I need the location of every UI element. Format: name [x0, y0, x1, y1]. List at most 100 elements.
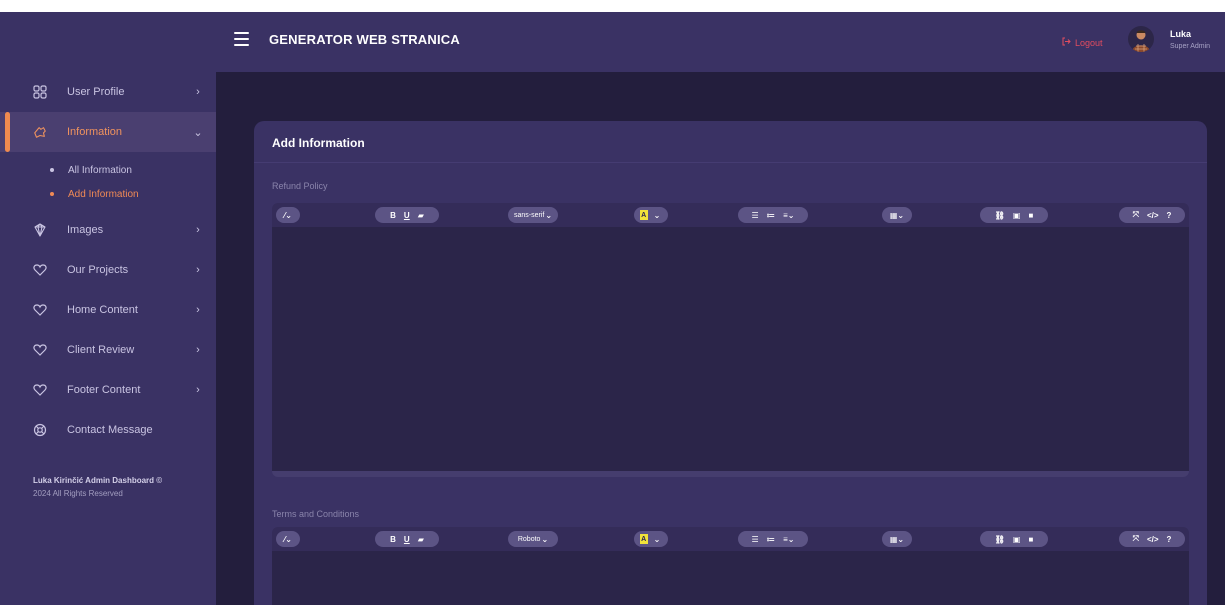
- sidebar-item-footer-content[interactable]: Footer Content ›: [0, 370, 216, 410]
- avatar[interactable]: [1128, 26, 1154, 52]
- menu-icon[interactable]: [234, 32, 249, 46]
- sidebar-item-contact-message[interactable]: Contact Message: [0, 410, 216, 450]
- heart-icon: [33, 303, 47, 317]
- color-picker-button[interactable]: A ⌄: [634, 531, 668, 547]
- field-label-terms-and-conditions: Terms and Conditions: [272, 509, 360, 519]
- bullet-icon: [50, 168, 54, 172]
- help-icon[interactable]: ?: [1167, 211, 1172, 220]
- heart-icon: [33, 263, 47, 277]
- view-group[interactable]: ⤧ </> ?: [1119, 531, 1185, 547]
- sidebar-item-information[interactable]: Information ⌄: [0, 112, 216, 152]
- chevron-right-icon: ›: [196, 384, 200, 396]
- submenu-item-all-information[interactable]: All Information: [0, 158, 216, 182]
- font-family-dropdown[interactable]: sans-serif ⌄: [508, 207, 558, 223]
- picture-icon[interactable]: ▣: [1013, 211, 1021, 220]
- code-view-icon[interactable]: </>: [1147, 211, 1159, 220]
- chevron-down-icon: ⌄: [653, 534, 661, 544]
- insert-group[interactable]: ⛓ ▣ ■: [980, 207, 1048, 223]
- help-icon[interactable]: ?: [1167, 535, 1172, 544]
- submenu-item-add-information[interactable]: Add Information: [0, 182, 216, 206]
- image-icon: [33, 223, 47, 237]
- underline-icon[interactable]: U: [404, 535, 410, 544]
- grid-icon: [33, 85, 47, 99]
- picture-icon[interactable]: ▣: [1013, 535, 1021, 544]
- sidebar-item-label: Information: [67, 126, 123, 138]
- fullscreen-icon[interactable]: ⤧: [1133, 534, 1139, 544]
- link-icon[interactable]: ⛓: [995, 535, 1005, 544]
- font-family-value: Roboto: [517, 535, 541, 543]
- table-button[interactable]: ▦⌄: [882, 531, 912, 547]
- chevron-right-icon: ›: [196, 224, 200, 236]
- text-format-group[interactable]: B U ▰: [375, 207, 439, 223]
- style-dropdown-button[interactable]: ⁄⌄: [276, 531, 300, 547]
- font-family-dropdown[interactable]: Roboto ⌄: [508, 531, 558, 547]
- sidebar-item-label: Home Content: [67, 304, 138, 316]
- user-role: Super Admin: [1170, 43, 1211, 50]
- heart-icon: [33, 343, 47, 357]
- editor-toolbar: ⁄⌄ B U ▰ Roboto ⌄ A ⌄ ☰ ≔ ≡⌄ ▦⌄ ⛓ ▣ ■ ⤧ …: [272, 527, 1189, 551]
- sidebar-footer: Luka Kirinčić Admin Dashboard © 2024 All…: [0, 450, 216, 500]
- code-view-icon[interactable]: </>: [1147, 535, 1159, 544]
- video-icon[interactable]: ■: [1028, 211, 1033, 220]
- view-group[interactable]: ⤧ </> ?: [1119, 207, 1185, 223]
- eraser-icon[interactable]: ▰: [418, 535, 424, 544]
- editor-toolbar: ⁄⌄ B U ▰ sans-serif ⌄ A ⌄ ☰ ≔ ≡⌄ ▦⌄ ⛓ ▣ …: [272, 203, 1189, 227]
- color-picker-button[interactable]: A ⌄: [634, 207, 668, 223]
- submenu: All Information Add Information: [0, 152, 216, 210]
- table-icon: ▦⌄: [889, 210, 905, 220]
- sidebar-item-client-review[interactable]: Client Review ›: [0, 330, 216, 370]
- chevron-right-icon: ›: [196, 86, 200, 98]
- resize-handle[interactable]: [272, 471, 1189, 477]
- highlight-color-icon: A: [639, 534, 648, 544]
- chevron-down-icon: ⌄: [541, 534, 549, 544]
- list-align-group[interactable]: ☰ ≔ ≡⌄: [738, 207, 808, 223]
- sidebar-item-label: Our Projects: [67, 264, 129, 276]
- chevron-down-icon: ⌄: [653, 210, 661, 220]
- sidebar-item-label: User Profile: [67, 86, 125, 98]
- submenu-item-label: Add Information: [68, 188, 139, 200]
- unordered-list-icon[interactable]: ☰: [751, 211, 758, 220]
- support-icon: [33, 423, 47, 437]
- logout-button[interactable]: Logout: [1062, 37, 1103, 48]
- align-icon[interactable]: ≡⌄: [783, 211, 794, 220]
- refund-policy-textarea[interactable]: [272, 227, 1189, 471]
- chevron-right-icon: ›: [196, 344, 200, 356]
- insert-group[interactable]: ⛓ ▣ ■: [980, 531, 1048, 547]
- underline-icon[interactable]: U: [404, 211, 410, 220]
- logout-icon: [1062, 37, 1071, 48]
- bold-icon[interactable]: B: [390, 211, 396, 220]
- sidebar-item-user-profile[interactable]: User Profile ›: [0, 72, 216, 112]
- card-title: Add Information: [254, 121, 1207, 163]
- footer-copyright: 2024 All Rights Reserved: [33, 489, 123, 498]
- eraser-icon[interactable]: ▰: [418, 211, 424, 220]
- heart-icon: [33, 383, 47, 397]
- ordered-list-icon[interactable]: ≔: [767, 211, 776, 220]
- sidebar-item-label: Images: [67, 224, 104, 236]
- info-icon: [33, 125, 47, 139]
- unordered-list-icon[interactable]: ☰: [751, 535, 758, 544]
- table-button[interactable]: ▦⌄: [882, 207, 912, 223]
- bold-icon[interactable]: B: [390, 535, 396, 544]
- link-icon[interactable]: ⛓: [995, 211, 1005, 220]
- video-icon[interactable]: ■: [1028, 535, 1033, 544]
- list-align-group[interactable]: ☰ ≔ ≡⌄: [738, 531, 808, 547]
- sidebar-item-images[interactable]: Images ›: [0, 210, 216, 250]
- chevron-right-icon: ›: [196, 264, 200, 276]
- fullscreen-icon[interactable]: ⤧: [1133, 210, 1139, 220]
- style-dropdown-button[interactable]: ⁄⌄: [276, 207, 300, 223]
- sidebar-item-home-content[interactable]: Home Content ›: [0, 290, 216, 330]
- app-title: GENERATOR WEB STRANICA: [269, 32, 460, 47]
- text-format-group[interactable]: B U ▰: [375, 531, 439, 547]
- terms-and-conditions-textarea[interactable]: [272, 551, 1189, 605]
- refund-policy-editor: ⁄⌄ B U ▰ sans-serif ⌄ A ⌄ ☰ ≔ ≡⌄ ▦⌄ ⛓ ▣ …: [272, 203, 1189, 477]
- highlight-color-icon: A: [639, 210, 648, 220]
- sidebar-item-our-projects[interactable]: Our Projects ›: [0, 250, 216, 290]
- align-icon[interactable]: ≡⌄: [783, 535, 794, 544]
- sidebar-header: [0, 12, 216, 72]
- app-window: User Profile › Information ⌄ All Informa…: [0, 12, 1225, 605]
- ordered-list-icon[interactable]: ≔: [767, 535, 776, 544]
- terms-and-conditions-editor: ⁄⌄ B U ▰ Roboto ⌄ A ⌄ ☰ ≔ ≡⌄ ▦⌄ ⛓ ▣ ■ ⤧ …: [272, 527, 1189, 605]
- chevron-right-icon: ›: [196, 304, 200, 316]
- font-family-value: sans-serif: [513, 211, 545, 219]
- footer-brand: Luka Kirinčić Admin Dashboard ©: [33, 476, 163, 485]
